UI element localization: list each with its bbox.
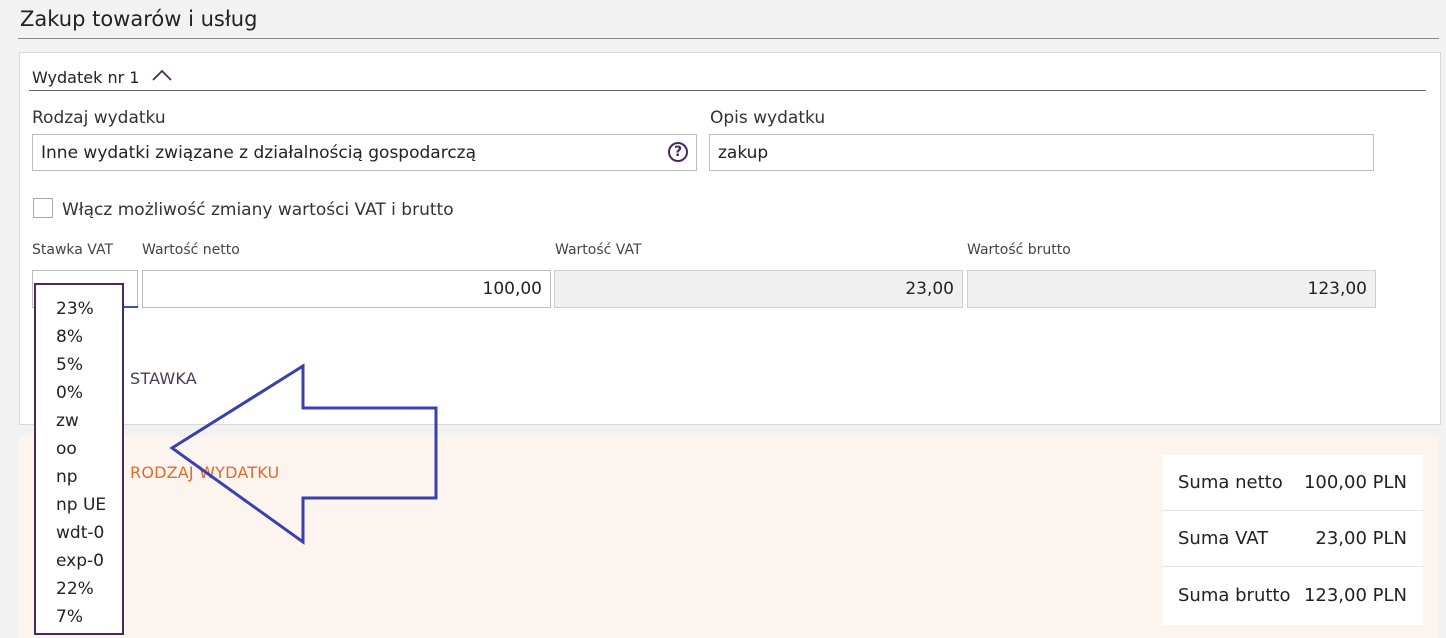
arrow-left-icon	[169, 363, 438, 545]
summary-vat-label: Suma VAT	[1178, 528, 1269, 549]
net-value-input[interactable]: 100,00	[142, 270, 551, 308]
vat-edit-checkbox-label[interactable]: Włącz możliwość zmiany wartości VAT i br…	[62, 200, 454, 220]
expense-description-input[interactable]: zakup	[709, 134, 1374, 171]
expense-type-label: Rodzaj wydatku	[32, 108, 166, 128]
expense-type-value: Inne wydatki związane z działalnością go…	[41, 142, 477, 163]
gross-value-label: Wartość brutto	[967, 242, 1071, 258]
vat-value-label: Wartość VAT	[555, 242, 642, 258]
vat-option[interactable]: 7%	[36, 603, 122, 631]
expense-description-label: Opis wydatku	[710, 108, 826, 128]
expense-header[interactable]: Wydatek nr 1	[32, 68, 139, 87]
summary-vat-value: 23,00 PLN	[1315, 528, 1407, 549]
vat-option[interactable]: 5%	[36, 351, 122, 379]
net-value-label: Wartość netto	[142, 242, 240, 258]
vat-option[interactable]: wdt-0	[36, 519, 122, 547]
gross-value-field: 123,00	[967, 270, 1376, 308]
vat-option[interactable]: np UE	[36, 491, 122, 519]
vat-edit-checkbox[interactable]	[33, 198, 53, 218]
summary-vat-row: Suma VAT 23,00 PLN	[1163, 511, 1423, 567]
expense-description-value: zakup	[718, 142, 769, 163]
net-value: 100,00	[482, 279, 542, 299]
summary-box: Suma netto 100,00 PLN Suma VAT 23,00 PLN…	[1163, 455, 1423, 625]
vat-option[interactable]: 0%	[36, 379, 122, 407]
page-title: Zakup towarów i usług	[20, 7, 258, 31]
vat-rate-label: Stawka VAT	[32, 242, 114, 258]
expense-type-select[interactable]: Inne wydatki związane z działalnością go…	[32, 134, 697, 171]
vat-option[interactable]: np	[36, 463, 122, 491]
title-divider	[18, 38, 1439, 39]
summary-net-label: Suma netto	[1178, 472, 1283, 493]
vat-rate-dropdown: 23% 8% 5% 0% zw oo np np UE wdt-0 exp-0 …	[34, 283, 124, 635]
gross-value: 123,00	[1307, 279, 1367, 299]
header-divider	[29, 90, 1426, 91]
question-mark-icon[interactable]: ?	[668, 142, 688, 162]
vat-value: 23,00	[905, 279, 954, 299]
summary-net-row: Suma netto 100,00 PLN	[1163, 455, 1423, 511]
vat-option[interactable]: 22%	[36, 575, 122, 603]
vat-option[interactable]: exp-0	[36, 547, 122, 575]
summary-gross-value: 123,00 PLN	[1303, 584, 1407, 606]
summary-gross-label: Suma brutto	[1178, 584, 1291, 606]
summary-net-value: 100,00 PLN	[1303, 472, 1407, 493]
summary-gross-row: Suma brutto 123,00 PLN	[1163, 567, 1423, 623]
vat-option[interactable]: zw	[36, 407, 122, 435]
chevron-up-icon[interactable]	[150, 68, 174, 82]
vat-rate-focus-underline	[124, 306, 138, 308]
vat-option[interactable]: 23%	[36, 295, 122, 323]
vat-option[interactable]: 8%	[36, 323, 122, 351]
vat-value-field: 23,00	[554, 270, 963, 308]
vat-option[interactable]: oo	[36, 435, 122, 463]
